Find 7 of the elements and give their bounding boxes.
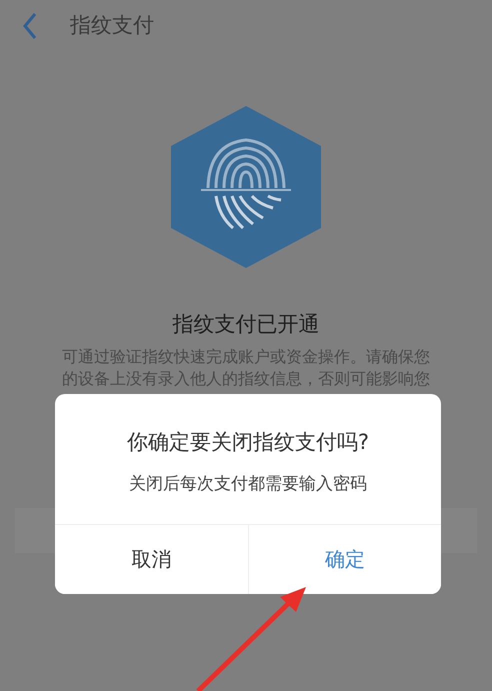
back-icon[interactable]: [22, 12, 38, 40]
dialog-title: 你确定要关闭指纹支付吗?: [126, 429, 370, 456]
fingerprint-icon: [171, 106, 321, 268]
page-title: 指纹支付: [70, 12, 154, 39]
cancel-button[interactable]: 取消: [55, 525, 248, 594]
status-title: 指纹支付已开通: [172, 311, 320, 338]
dialog-message: 关闭后每次支付都需要输入密码: [129, 473, 367, 495]
